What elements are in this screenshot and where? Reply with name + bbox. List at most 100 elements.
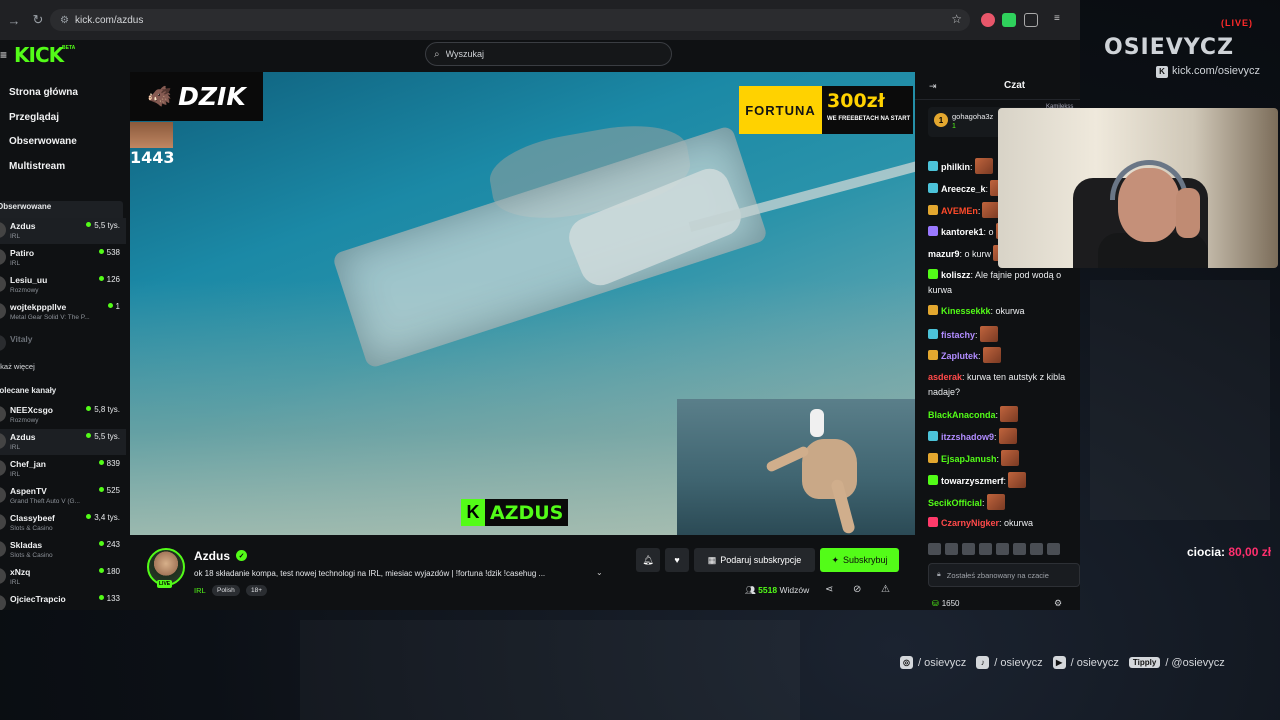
streamer-name[interactable]: Azdus [194, 549, 230, 563]
chat-username[interactable]: fistachy [941, 330, 975, 340]
menu-icon[interactable]: ≡ [0, 48, 7, 62]
site-info-icon[interactable]: ⚙ [60, 15, 69, 26]
sidebar-channel[interactable]: Patiro IRL 538 [0, 245, 126, 271]
chat-message: koliszz: Ale fajnie pod wodą o kurwa [928, 268, 1080, 298]
viewer-count-value: 839 [106, 459, 120, 468]
channel-category: Slots & Casino [10, 525, 53, 532]
sidebar-channel[interactable]: Chef_jan IRL 839 [0, 456, 126, 482]
gift-subscription-label: Podaruj subskrypcje [720, 555, 802, 565]
report-icon[interactable]: ⚠ [881, 584, 890, 595]
kick-logo[interactable]: KICK [14, 43, 64, 67]
sidebar-channel[interactable]: OjciecTrapcio 133 [0, 591, 126, 610]
notification-bell-button[interactable]: 🔔︎ [636, 548, 660, 572]
viewers-label: Widzów [779, 585, 810, 595]
sidebar-channel-offline[interactable]: Vitaly [0, 331, 126, 357]
show-more-link[interactable]: Pokaż więcej [0, 362, 35, 371]
sidebar-channel[interactable]: Classybeef Slots & Casino 3,4 tys. [0, 510, 126, 536]
nav-multistream[interactable]: Multistream [9, 161, 65, 172]
dzik-text: DZIK [178, 82, 246, 111]
chat-username[interactable]: Areecze_k [941, 184, 986, 194]
channel-name: Chef_jan [10, 459, 46, 469]
name-tag-text: AZDUS [485, 499, 569, 526]
chat-message: itzzshadow9: [928, 428, 1080, 445]
sidebar-channel[interactable]: Lesiu_uu Rozmowy 126 [0, 272, 126, 298]
fortuna-logo: FORTUNA [739, 86, 822, 134]
tag-language[interactable]: Polish [212, 585, 240, 596]
chat-username[interactable]: philkin [941, 162, 970, 172]
chat-username[interactable]: SecikOfficial [928, 498, 982, 508]
chat-username[interactable]: AVEMEn [941, 206, 978, 216]
theater-mode-icon[interactable]: ⊘ [853, 584, 861, 595]
gear-icon[interactable]: ⚙ [1054, 598, 1062, 609]
viewer-count-value: 133 [106, 594, 120, 603]
search-input[interactable] [445, 49, 646, 59]
pinned-user[interactable]: gohagoha3z [952, 112, 993, 121]
bookmark-star-icon[interactable]: ☆ [951, 12, 962, 26]
channel-name: Classybeef [10, 513, 55, 523]
sidebar-channel[interactable]: xNzq IRL 180 [0, 564, 126, 590]
channel-points[interactable]: ⛁ 1650 [932, 599, 960, 608]
emote[interactable] [945, 543, 958, 555]
chat-text: : o [983, 227, 994, 237]
sidebar-channel[interactable]: wojtekpppllve Metal Gear Solid V: The P.… [0, 299, 126, 325]
chat-username[interactable]: EjsapJanush [941, 454, 997, 464]
forward-icon[interactable]: → [4, 10, 24, 30]
subscribe-label: Subskrybuj [843, 555, 888, 565]
channel-category: Rozmowy [10, 417, 39, 424]
chat-username[interactable]: itzzshadow9 [941, 432, 994, 442]
chat-input-box[interactable]: 🔒︎ [928, 563, 1080, 587]
viewer-count-value: 3,4 tys. [94, 513, 120, 522]
avatar [0, 460, 6, 476]
address-bar[interactable]: ⚙ kick.com/azdus ☆ [50, 9, 970, 31]
chat-username[interactable]: mazur9 [928, 249, 960, 259]
sidebar-channel[interactable]: Skladas Slots & Casino 243 [0, 537, 126, 563]
live-dot-icon [86, 514, 92, 519]
follow-heart-button[interactable]: ♥ [665, 548, 689, 572]
reload-icon[interactable]: ↻ [28, 10, 48, 30]
emote[interactable] [979, 543, 992, 555]
picture-in-picture-feed [677, 399, 915, 535]
emote[interactable] [1013, 543, 1026, 555]
sidebar-channel[interactable]: Azdus IRL 5,5 tys. [0, 218, 126, 244]
chat-username[interactable]: kantorek1 [941, 227, 984, 237]
chat-badge-icon [928, 431, 938, 441]
emote[interactable] [928, 543, 941, 555]
collapse-chat-icon[interactable]: ⇥ [929, 81, 937, 92]
chat-username[interactable]: CzarnyNigker [941, 518, 999, 528]
viewer-count-value: 126 [106, 275, 120, 284]
extension-icon[interactable] [981, 13, 995, 27]
subscribe-button[interactable]: ✦ Subskrybuj [820, 548, 899, 572]
media-controls-icon[interactable]: ≡ [1054, 13, 1068, 27]
emote[interactable] [996, 543, 1009, 555]
nav-home[interactable]: Strona główna [9, 87, 78, 98]
webcam-hand [1176, 188, 1200, 238]
sidebar-channel[interactable]: AspenTV Grand Theft Auto V (G... 525 [0, 483, 126, 509]
chat-username[interactable]: Kinessekkk [941, 306, 991, 316]
viewers-count-value: 5518 [758, 585, 778, 595]
viewer-count-value: 538 [106, 248, 120, 257]
gift-subscription-button[interactable]: ▦ Podaruj subskrypcje [694, 548, 815, 572]
share-icon[interactable]: ⋖ [825, 584, 833, 595]
tag-age[interactable]: 18+ [246, 585, 268, 596]
emote[interactable] [962, 543, 975, 555]
sidebar-channel[interactable]: NEEXcsgo Rozmowy 5,8 tys. [0, 402, 126, 428]
chat-input[interactable] [946, 570, 1072, 580]
chat-username[interactable]: koliszz [941, 270, 971, 280]
nav-browse[interactable]: Przeglądaj [9, 112, 59, 123]
chat-username[interactable]: towarzyszmerf [941, 476, 1004, 486]
nav-following[interactable]: Obserwowane [9, 136, 77, 147]
sidebar-channel[interactable]: Azdus IRL 5,5 tys. [0, 429, 126, 455]
extension-icon[interactable] [1002, 13, 1016, 27]
video-player[interactable]: 🐗 DZIK 1443 FORTUNA 300zł WE FREEBETACH … [130, 72, 915, 535]
extensions-puzzle-icon[interactable] [1024, 13, 1038, 27]
chat-username[interactable]: asderak [928, 372, 962, 382]
chat-emote [998, 428, 1017, 444]
emote[interactable] [1030, 543, 1043, 555]
emote[interactable] [1047, 543, 1060, 555]
chat-username[interactable]: Zaplutek [941, 351, 978, 361]
chat-username[interactable]: BlackAnaconda [928, 410, 996, 420]
chevron-down-icon[interactable]: ⌄ [596, 568, 603, 577]
search-box[interactable]: ⌕ [425, 42, 672, 66]
pip-swimmer [802, 439, 857, 499]
stream-category-link[interactable]: IRL [194, 586, 206, 595]
